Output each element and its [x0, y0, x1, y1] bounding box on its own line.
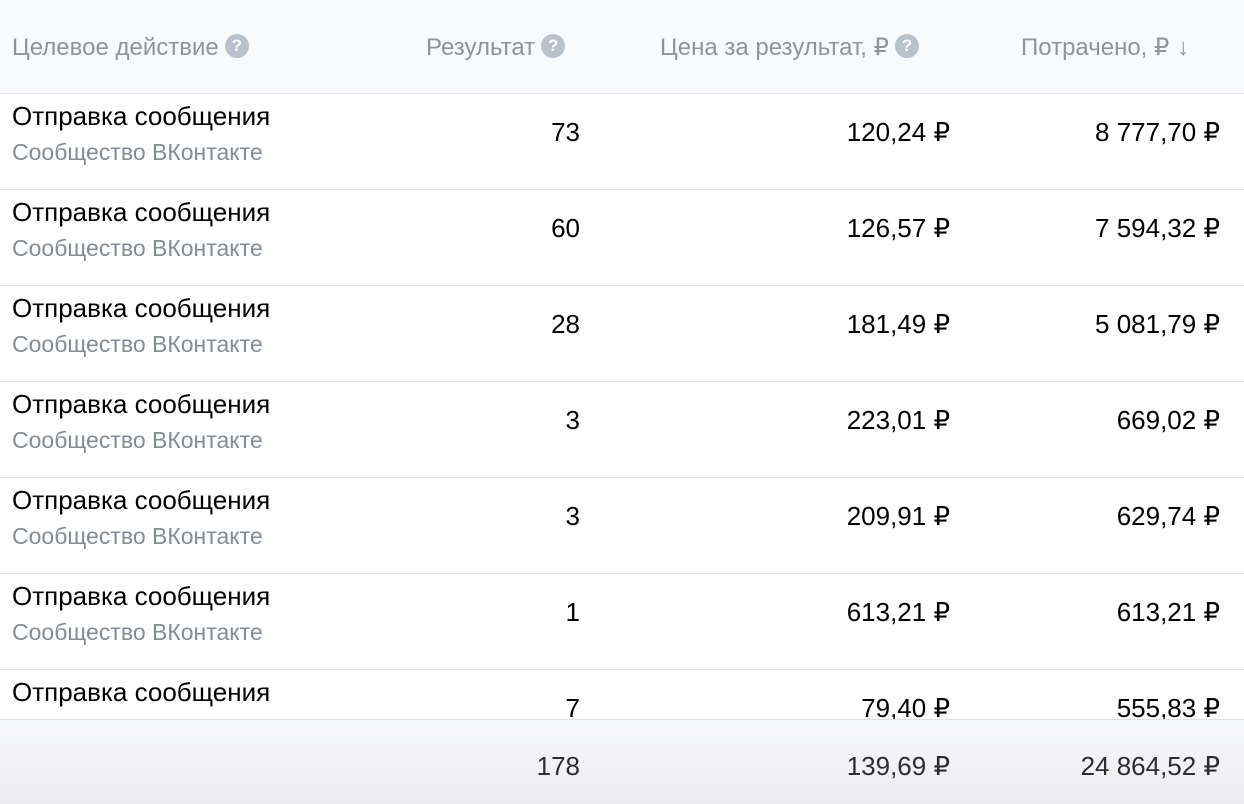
spent-value: 613,21 ₽ [1116, 597, 1220, 627]
result-value: 28 [551, 309, 580, 339]
table-row[interactable]: Отправка сообщения Сообщество ВКонтакте … [0, 94, 1244, 190]
action-subtitle: Сообщество ВКонтакте [12, 331, 263, 357]
total-price: 139,69 ₽ [846, 751, 950, 781]
spent-value: 555,83 ₽ [1116, 693, 1220, 719]
action-title: Отправка сообщения [12, 293, 271, 323]
result-value: 3 [565, 501, 580, 531]
totals-row: 178 139,69 ₽ 24 864,52 ₽ [0, 719, 1244, 804]
price-value: 126,57 ₽ [846, 213, 950, 243]
result-value: 7 [565, 693, 580, 719]
result-value: 73 [551, 117, 580, 147]
result-value: 1 [565, 597, 580, 627]
price-value: 79,40 ₽ [861, 693, 950, 719]
column-header-result-label: Результат [426, 34, 536, 61]
action-subtitle: Сообщество ВКонтакте [12, 139, 263, 165]
action-title: Отправка сообщения [12, 197, 271, 227]
result-value: 3 [565, 405, 580, 435]
total-result: 178 [536, 751, 580, 781]
column-header-action[interactable]: Целевое действие ? [12, 33, 249, 63]
action-subtitle: Сообщество ВКонтакте [12, 523, 263, 549]
arrow-down-icon[interactable]: ↓ [1177, 33, 1189, 63]
total-spent: 24 864,52 ₽ [1080, 751, 1220, 781]
spent-value: 629,74 ₽ [1116, 501, 1220, 531]
spent-value: 7 594,32 ₽ [1095, 213, 1220, 243]
column-header-action-label: Целевое действие [12, 34, 219, 61]
price-value: 181,49 ₽ [846, 309, 950, 339]
table-header: Целевое действие ? Результат ? Цена за р… [0, 0, 1244, 94]
table-row[interactable]: Отправка сообщения Сообщество ВКонтакте … [0, 190, 1244, 286]
action-title: Отправка сообщения [12, 581, 271, 611]
column-header-spent-label: Потрачено, ₽ [1021, 34, 1170, 61]
column-header-spent[interactable]: Потрачено, ₽ ↓ [1021, 33, 1189, 63]
column-header-result[interactable]: Результат ? [426, 33, 566, 63]
action-subtitle: Сообщество ВКонтакте [12, 427, 263, 453]
spent-value: 669,02 ₽ [1116, 405, 1220, 435]
column-header-price[interactable]: Цена за результат, ₽ ? [660, 33, 919, 63]
question-circle-icon[interactable]: ? [894, 34, 919, 58]
table-row[interactable]: Отправка сообщения Сообщество ВКонтакте … [0, 382, 1244, 478]
action-subtitle: Сообщество ВКонтакте [12, 235, 263, 261]
table-body: Отправка сообщения Сообщество ВКонтакте … [0, 94, 1244, 719]
action-subtitle: Сообщество ВКонтакте [12, 619, 263, 645]
stats-table: Целевое действие ? Результат ? Цена за р… [0, 0, 1244, 804]
question-circle-icon[interactable]: ? [224, 34, 249, 58]
spent-value: 8 777,70 ₽ [1095, 117, 1220, 147]
spent-value: 5 081,79 ₽ [1095, 309, 1220, 339]
action-title: Отправка сообщения [12, 677, 271, 707]
table-row[interactable]: Отправка сообщения 7 79,40 ₽ 555,83 ₽ [0, 670, 1244, 719]
price-value: 209,91 ₽ [846, 501, 950, 531]
column-header-price-label: Цена за результат, ₽ [660, 34, 889, 61]
table-row[interactable]: Отправка сообщения Сообщество ВКонтакте … [0, 478, 1244, 574]
action-title: Отправка сообщения [12, 389, 271, 419]
table-row[interactable]: Отправка сообщения Сообщество ВКонтакте … [0, 286, 1244, 382]
price-value: 613,21 ₽ [846, 597, 950, 627]
price-value: 120,24 ₽ [846, 117, 950, 147]
result-value: 60 [551, 213, 580, 243]
action-title: Отправка сообщения [12, 485, 271, 515]
price-value: 223,01 ₽ [846, 405, 950, 435]
table-row[interactable]: Отправка сообщения Сообщество ВКонтакте … [0, 574, 1244, 670]
action-title: Отправка сообщения [12, 101, 271, 131]
question-circle-icon[interactable]: ? [541, 34, 566, 58]
